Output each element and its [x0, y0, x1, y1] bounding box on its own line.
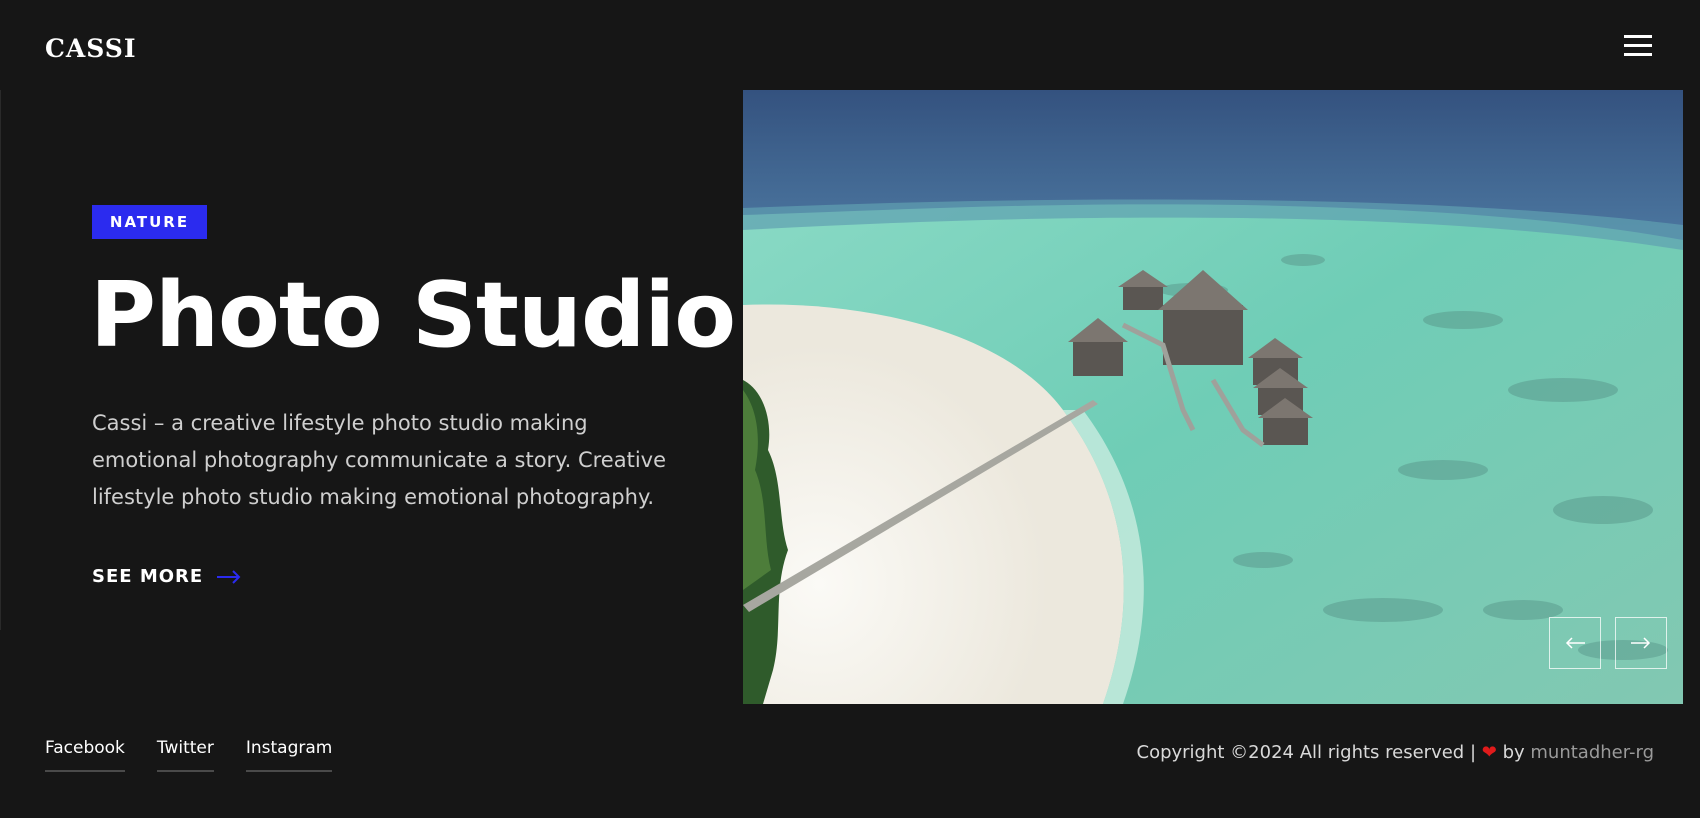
hero-description: Cassi – a creative lifestyle photo studi… — [92, 411, 667, 509]
logo[interactable]: CASSI — [45, 34, 137, 63]
category-tag[interactable]: NATURE — [92, 205, 207, 239]
twitter-link[interactable]: Twitter — [156, 738, 214, 772]
see-more-label: SEE MORE — [92, 566, 204, 587]
social-links: Facebook Twitter Instagram — [45, 738, 333, 772]
facebook-link[interactable]: Facebook — [45, 738, 125, 772]
hero-image — [743, 90, 1683, 704]
copyright: Copyright ©2024 All rights reserved | ❤ … — [1137, 742, 1655, 763]
aerial-beach-image — [743, 90, 1683, 704]
divider — [0, 90, 1, 630]
by-text: by — [1502, 742, 1525, 763]
arrow-left-icon — [1565, 637, 1585, 649]
see-more-link[interactable]: SEE MORE — [92, 566, 241, 587]
slider-prev-button[interactable] — [1549, 617, 1601, 669]
slider-next-button[interactable] — [1615, 617, 1667, 669]
arrow-right-icon — [217, 569, 241, 584]
copyright-text: Copyright ©2024 All rights reserved | — [1136, 742, 1477, 763]
author-link[interactable]: muntadher-rg — [1530, 742, 1654, 763]
hero-title: Photo Studio — [90, 263, 736, 368]
hamburger-menu-icon[interactable] — [1624, 35, 1652, 57]
heart-icon: ❤ — [1481, 742, 1497, 763]
instagram-link[interactable]: Instagram — [245, 738, 333, 772]
page: CASSI NATURE Photo Studio Cassi – a crea… — [0, 0, 1700, 818]
arrow-right-icon — [1631, 637, 1651, 649]
